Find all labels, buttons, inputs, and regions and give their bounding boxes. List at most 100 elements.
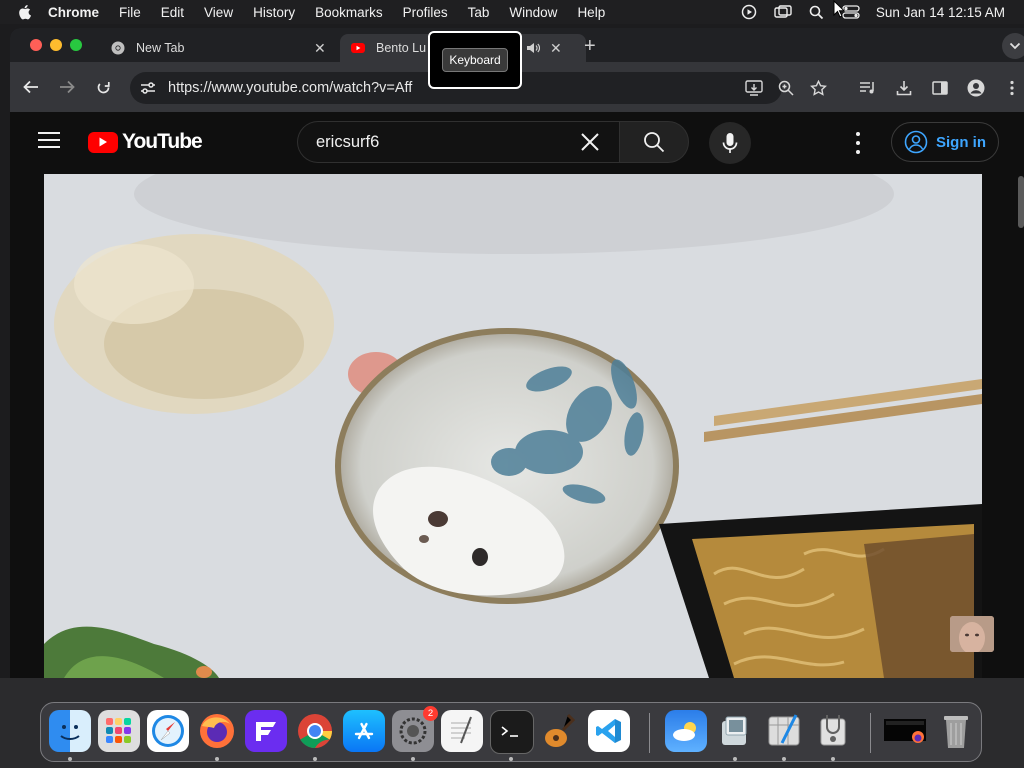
account-circle-icon — [904, 130, 928, 154]
site-info-icon[interactable] — [140, 79, 158, 97]
youtube-play-icon — [88, 131, 118, 153]
window-controls — [30, 39, 82, 51]
download-icon[interactable] — [894, 78, 914, 98]
macos-dock: 2 — [40, 702, 982, 762]
chrome-app-icon[interactable] — [294, 710, 336, 752]
weather-icon[interactable] — [665, 710, 707, 752]
menu-profiles[interactable]: Profiles — [403, 5, 448, 20]
youtube-favicon — [350, 40, 366, 56]
script-editor-icon[interactable] — [763, 710, 805, 752]
running-indicator — [509, 757, 513, 761]
screen-mirroring-icon[interactable] — [774, 4, 792, 20]
more-menu-icon[interactable] — [1002, 78, 1022, 98]
menu-bookmarks[interactable]: Bookmarks — [315, 5, 383, 20]
running-indicator — [733, 757, 737, 761]
arrow-right-icon — [60, 80, 75, 94]
spotlight-search-icon[interactable] — [808, 4, 826, 20]
menu-tab[interactable]: Tab — [468, 5, 490, 20]
menu-view[interactable]: View — [204, 5, 233, 20]
search-button[interactable] — [619, 121, 689, 163]
terminal-icon[interactable] — [490, 710, 534, 754]
youtube-wordmark: YouTube — [122, 130, 203, 153]
youtube-header: YouTube ericsurf6 Sign in — [10, 112, 1024, 174]
tab-title: New Tab — [136, 41, 185, 55]
dock-separator — [649, 713, 650, 753]
play-circle-icon[interactable] — [740, 4, 758, 20]
voice-search-button[interactable] — [709, 122, 751, 164]
menu-window[interactable]: Window — [509, 5, 557, 20]
chrome-icon — [110, 40, 126, 56]
search-icon — [644, 132, 665, 153]
bookmark-star-icon[interactable] — [808, 78, 828, 98]
tooltip-label: Keyboard — [442, 48, 508, 72]
forward-button[interactable] — [58, 78, 76, 96]
notification-badge: 2 — [423, 706, 438, 721]
menu-file[interactable]: File — [119, 5, 141, 20]
chrome-window: New Tab ✕ Bento Lu ✕ + https://www.youtu… — [10, 28, 1024, 678]
new-tab-button[interactable]: + — [584, 35, 596, 58]
vscode-icon[interactable] — [588, 710, 630, 752]
macos-menu-bar: Chrome File Edit View History Bookmarks … — [0, 0, 1024, 24]
tab-title: Bento Lu — [376, 41, 427, 55]
reload-icon — [97, 81, 110, 93]
arrow-left-icon — [23, 80, 38, 94]
guide-menu-icon[interactable] — [38, 132, 60, 150]
menu-edit[interactable]: Edit — [161, 5, 184, 20]
trash-icon[interactable] — [935, 710, 977, 752]
finder-icon[interactable] — [49, 710, 91, 752]
menu-app-name[interactable]: Chrome — [48, 5, 99, 20]
youtube-logo[interactable]: YouTube — [88, 130, 203, 154]
sign-in-label: Sign in — [936, 133, 986, 151]
menu-help[interactable]: Help — [577, 5, 605, 20]
video-frame — [44, 174, 982, 678]
keyboard-tooltip: Keyboard — [428, 31, 522, 89]
fleet-icon[interactable] — [245, 710, 287, 752]
tab-new-tab[interactable]: New Tab ✕ — [102, 34, 342, 62]
video-player[interactable] — [44, 174, 982, 678]
launchpad-icon[interactable] — [98, 710, 140, 752]
close-tab-icon[interactable]: ✕ — [550, 40, 562, 57]
safari-icon[interactable] — [147, 710, 189, 752]
page-scrollbar[interactable] — [1018, 176, 1024, 228]
dock-separator — [870, 713, 871, 753]
media-queue-icon[interactable] — [858, 78, 878, 98]
url-text: https://www.youtube.com/watch?v=Aff — [168, 80, 413, 96]
close-window-button[interactable] — [30, 39, 42, 51]
back-button[interactable] — [22, 78, 40, 96]
preview-icon[interactable] — [714, 710, 756, 752]
search-query-text: ericsurf6 — [316, 132, 380, 151]
webcam-overlay — [950, 616, 994, 652]
search-input[interactable]: ericsurf6 — [297, 121, 619, 163]
reload-button[interactable] — [94, 78, 112, 96]
system-settings-icon[interactable]: 2 — [392, 706, 438, 752]
sign-in-button[interactable]: Sign in — [891, 122, 999, 162]
tab-audio-icon[interactable] — [526, 41, 541, 58]
profile-icon[interactable] — [966, 78, 986, 98]
clear-search-icon[interactable] — [577, 129, 603, 155]
close-tab-icon[interactable]: ✕ — [314, 40, 326, 57]
apple-menu-icon[interactable] — [18, 4, 34, 20]
install-app-icon[interactable] — [744, 78, 764, 98]
side-panel-icon[interactable] — [930, 78, 950, 98]
app-store-icon[interactable] — [343, 710, 385, 752]
mouse-cursor-icon — [833, 0, 845, 18]
running-indicator — [313, 757, 317, 761]
running-indicator — [411, 757, 415, 761]
tab-search-button[interactable] — [1002, 33, 1024, 59]
settings-kebab-icon[interactable] — [852, 132, 864, 154]
running-indicator — [215, 757, 219, 761]
chevron-down-icon — [1009, 42, 1021, 50]
firefox-icon[interactable] — [196, 710, 238, 752]
minimize-window-button[interactable] — [50, 39, 62, 51]
textedit-icon[interactable] — [441, 710, 483, 752]
minimized-window-thumbnail[interactable] — [881, 710, 929, 752]
microphone-icon — [722, 133, 738, 153]
zoom-window-button[interactable] — [70, 39, 82, 51]
running-indicator — [831, 757, 835, 761]
running-indicator — [68, 757, 72, 761]
menubar-clock[interactable]: Sun Jan 14 12:15 AM — [876, 5, 1005, 20]
menu-history[interactable]: History — [253, 5, 295, 20]
garageband-icon[interactable] — [539, 710, 581, 752]
disk-utility-icon[interactable] — [812, 710, 854, 752]
zoom-icon[interactable] — [776, 78, 796, 98]
